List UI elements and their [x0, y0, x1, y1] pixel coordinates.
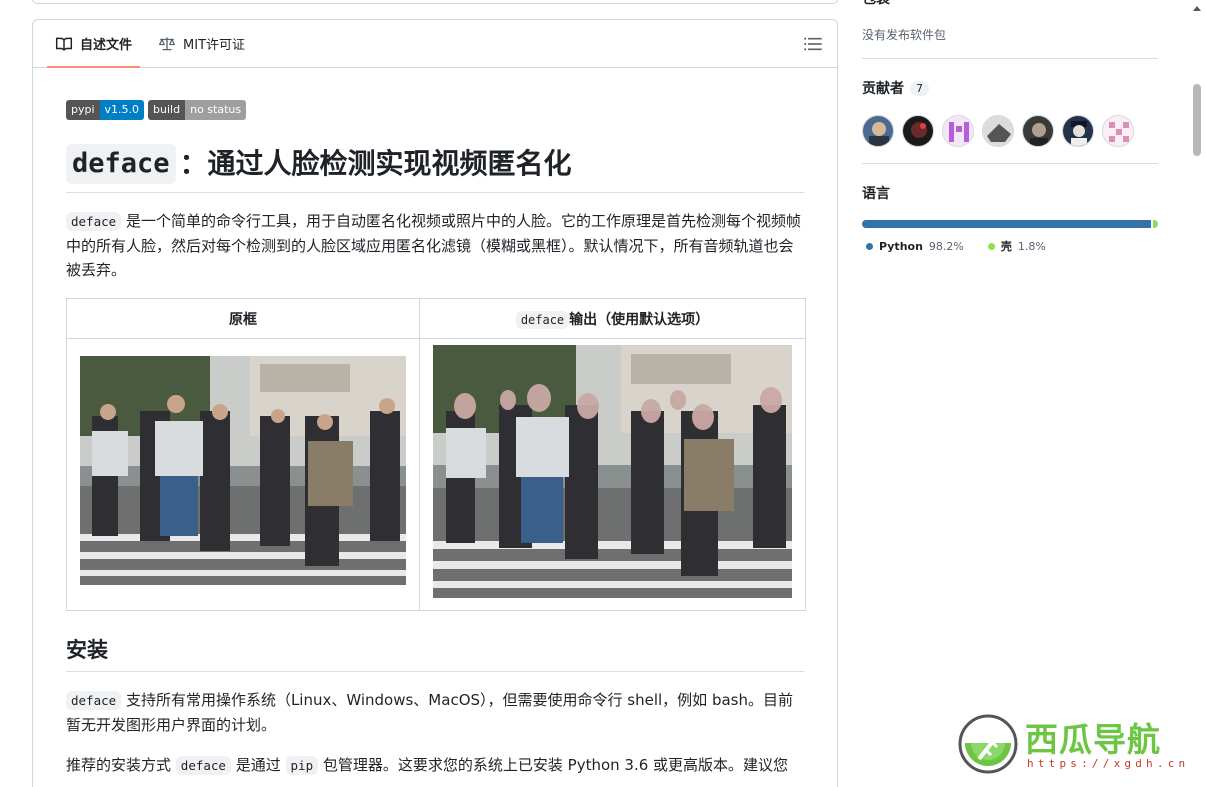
original-photo: [80, 356, 406, 585]
install-paragraph-2: 推荐的安装方式 deface 是通过 pip 包管理器。这要求您的系统上已安装 …: [66, 753, 804, 778]
badge-label: build: [148, 100, 186, 120]
title-text: ：通过人脸检测实现视频匿名化: [179, 147, 572, 180]
previous-box-edge: [32, 0, 838, 4]
avatar[interactable]: [1062, 115, 1094, 147]
contributors-count-badge: 7: [910, 81, 929, 96]
avatar[interactable]: [862, 115, 894, 147]
badge-label: pypi: [66, 100, 100, 120]
avatar[interactable]: [942, 115, 974, 147]
badge-row: pypi v1.5.0 build no status: [66, 100, 804, 120]
watermark-url: https://xgdh.cn: [1027, 757, 1190, 770]
language-name: 壳: [1000, 240, 1012, 253]
shell-color-dot: [987, 242, 995, 250]
contributors-heading[interactable]: 贡献者 7: [862, 78, 929, 98]
language-name: Python: [879, 239, 923, 253]
install-text-b: 是通过: [235, 756, 281, 774]
avatar[interactable]: [1102, 115, 1134, 147]
build-badge[interactable]: build no status: [148, 100, 247, 120]
readme-tabs: 自述文件 MIT许可证: [33, 20, 837, 68]
intro-text: 是一个简单的命令行工具，用于自动匿名化视频或照片中的人脸。它的工作原理是首先检测…: [66, 212, 801, 279]
watermark-logo: 西瓜导航 https://xgdh.cn: [955, 711, 1185, 783]
table-header-original: 原框: [66, 298, 420, 339]
table-header-output: deface 输出（使用默认选项）: [419, 298, 806, 339]
language-python[interactable]: Python 98.2%: [866, 238, 964, 254]
page-title: deface ：通过人脸检测实现视频匿名化: [66, 144, 804, 193]
packages-heading[interactable]: 包装: [862, 0, 890, 8]
contributors-label: 贡献者: [862, 81, 904, 97]
watermelon-logo-icon: [958, 714, 1018, 774]
language-shell[interactable]: 壳 1.8%: [987, 238, 1046, 254]
language-percent: 1.8%: [1017, 239, 1046, 253]
badge-value: v1.5.0: [99, 100, 145, 120]
install-heading: 安装: [66, 635, 804, 672]
intro-code: deface: [66, 212, 122, 231]
install-paragraph-1: deface 支持所有常用操作系统（Linux、Windows、MacOS），但…: [66, 688, 804, 737]
language-bar: [862, 220, 1158, 228]
install-text: 支持所有常用操作系统（Linux、Windows、MacOS），但需要使用命令行…: [66, 691, 793, 734]
language-percent: 98.2%: [928, 239, 964, 253]
header-text: 输出（使用默认选项）: [569, 311, 710, 328]
list-icon[interactable]: [803, 34, 823, 54]
divider: [862, 163, 1158, 164]
avatar[interactable]: [902, 115, 934, 147]
tab-license-label: MIT许可证: [183, 38, 246, 53]
output-cell: [419, 338, 806, 611]
avatar[interactable]: [1022, 115, 1054, 147]
page-scrollbar[interactable]: [1188, 0, 1205, 787]
install-text-a: 推荐的安装方式: [66, 756, 172, 774]
install-code-deface: deface: [175, 756, 231, 775]
title-code: deface: [66, 144, 176, 184]
languages-heading: 语言: [862, 186, 890, 202]
intro-paragraph: deface 是一个简单的命令行工具，用于自动匿名化视频或照片中的人脸。它的工作…: [66, 209, 804, 282]
watermark-text: 西瓜导航: [1025, 720, 1161, 759]
python-color-dot: [866, 242, 873, 250]
install-code: deface: [66, 691, 122, 710]
original-cell: [66, 338, 420, 611]
install-code-pip: pip: [285, 756, 319, 775]
install-text-c: 包管理器。这要求您的系统上已安装 Python 3.6 或更高版本。建议您: [322, 756, 789, 774]
book-icon: [55, 37, 73, 51]
output-photo: [433, 345, 792, 598]
header-code: deface: [515, 310, 570, 329]
language-legend: Python 98.2% 壳 1.8%: [866, 238, 1046, 254]
avatar[interactable]: [982, 115, 1014, 147]
readme-panel: 自述文件 MIT许可证 pypi v1.5.0 build no status …: [32, 19, 838, 787]
language-bar-segment[interactable]: [1152, 220, 1158, 228]
contributor-avatars: [862, 115, 1134, 147]
pypi-badge[interactable]: pypi v1.5.0: [66, 100, 145, 120]
tab-readme-label: 自述文件: [80, 38, 133, 53]
packages-empty-text: 没有发布软件包: [862, 28, 947, 42]
scale-icon: [158, 36, 176, 50]
scrollbar-thumb[interactable]: [1193, 84, 1201, 156]
divider: [862, 58, 1158, 59]
badge-value: no status: [185, 100, 247, 120]
tab-license[interactable]: MIT许可证: [150, 20, 253, 67]
language-bar-segment[interactable]: [862, 220, 1151, 228]
tab-readme[interactable]: 自述文件: [47, 20, 141, 68]
scroll-up-arrow-icon[interactable]: [1193, 6, 1201, 11]
comparison-table: 原框 deface 输出（使用默认选项）: [66, 298, 806, 611]
